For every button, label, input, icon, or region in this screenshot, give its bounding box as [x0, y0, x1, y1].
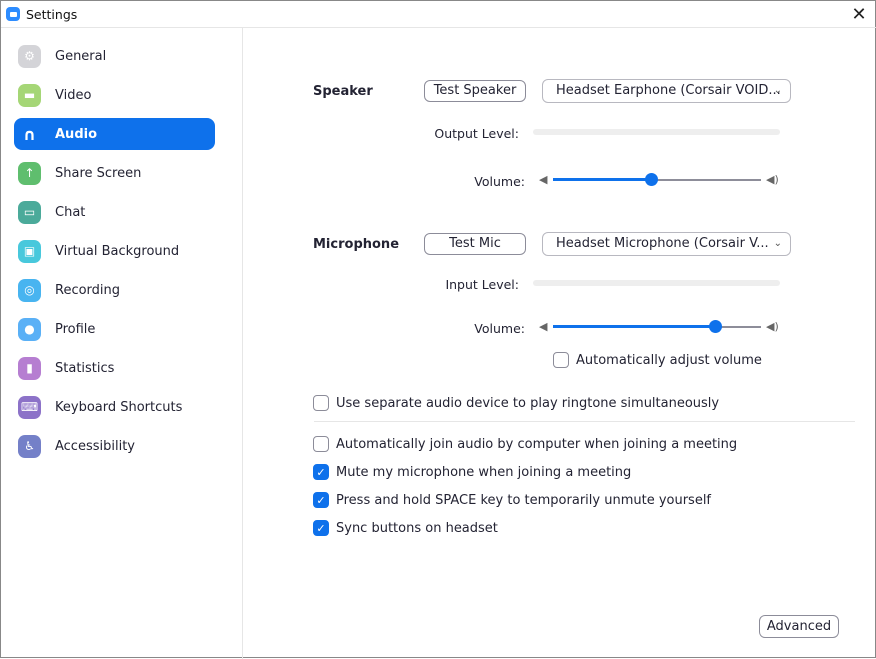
- option-checkbox[interactable]: Use separate audio device to play ringto…: [313, 395, 719, 411]
- sidebar-item-statistics[interactable]: ▮ Statistics: [14, 352, 215, 384]
- sidebar-item-label: Video: [55, 87, 92, 103]
- option-checkbox[interactable]: ✓ Mute my microphone when joining a meeti…: [313, 464, 631, 480]
- checkbox-label: Automatically adjust volume: [576, 352, 762, 368]
- checkbox-label: Press and hold SPACE key to temporarily …: [336, 492, 712, 508]
- advanced-button[interactable]: Advanced: [759, 615, 839, 638]
- sidebar-item-general[interactable]: ⚙ General: [14, 40, 215, 72]
- window-title: Settings: [26, 6, 78, 22]
- checkbox-label: Automatically join audio by computer whe…: [336, 436, 738, 452]
- auto-adjust-volume-checkbox[interactable]: Automatically adjust volume: [553, 352, 762, 368]
- test-mic-button[interactable]: Test Mic: [424, 233, 526, 255]
- option-checkbox[interactable]: Automatically join audio by computer whe…: [313, 436, 737, 452]
- audio-settings-panel: Speaker Test Speaker Headset Earphone (C…: [244, 28, 875, 657]
- sidebar-item-virtual-background[interactable]: ▣ Virtual Background: [14, 235, 215, 267]
- speaker-volume-slider[interactable]: [553, 172, 761, 188]
- input-level-meter: [533, 280, 780, 286]
- checkbox-box[interactable]: ✓: [313, 492, 329, 508]
- sidebar-item-label: Audio: [55, 126, 98, 142]
- sidebar: ⚙ General ▬ Video ∩ Audio ↑ Share Screen ▭ Chat ▣ V…: [1, 28, 243, 659]
- checkbox-box[interactable]: [313, 395, 329, 411]
- chevron-down-icon: ⌄: [773, 238, 782, 249]
- volume-high-icon: ◀): [766, 173, 779, 186]
- chat-bubble-icon: ▭: [18, 200, 41, 224]
- output-level-label: Output Level:: [434, 126, 519, 141]
- sidebar-item-profile[interactable]: ● Profile: [14, 313, 215, 345]
- gear-icon: ⚙: [18, 44, 41, 68]
- divider: [314, 421, 855, 422]
- sidebar-item-label: Virtual Background: [55, 243, 180, 259]
- output-level-meter: [533, 129, 780, 135]
- checkbox-label: Sync buttons on headset: [336, 520, 498, 536]
- speaker-device-value: Headset Earphone (Corsair VOID...: [556, 83, 781, 98]
- sidebar-item-label: Share Screen: [55, 165, 142, 181]
- slider-handle[interactable]: [644, 173, 658, 186]
- sidebar-item-audio[interactable]: ∩ Audio: [14, 118, 215, 150]
- keyboard-icon: ⌨: [18, 395, 41, 419]
- share-screen-icon: ↑: [18, 161, 41, 185]
- sidebar-item-label: Keyboard Shortcuts: [55, 399, 183, 415]
- sidebar-item-chat[interactable]: ▭ Chat: [14, 196, 215, 228]
- checkbox-box[interactable]: ✓: [313, 520, 329, 536]
- sidebar-item-label: Statistics: [55, 360, 115, 376]
- input-level-label: Input Level:: [445, 277, 519, 292]
- accessibility-icon: ♿: [18, 434, 41, 458]
- option-checkbox[interactable]: ✓ Sync buttons on headset: [313, 520, 498, 536]
- sidebar-item-label: Accessibility: [55, 438, 135, 454]
- video-camera-icon: ▬: [18, 83, 41, 107]
- sidebar-item-label: Profile: [55, 321, 96, 337]
- speaker-label: Speaker: [313, 84, 373, 99]
- checkbox-label: Mute my microphone when joining a meetin…: [336, 464, 632, 480]
- sidebar-item-label: General: [55, 48, 107, 64]
- zoom-app-icon: [6, 7, 20, 21]
- sidebar-item-label: Recording: [55, 282, 121, 298]
- slider-handle[interactable]: [709, 320, 723, 333]
- sidebar-item-share-screen[interactable]: ↑ Share Screen: [14, 157, 215, 189]
- microphone-device-value: Headset Microphone (Corsair V...: [556, 236, 769, 251]
- sidebar-item-accessibility[interactable]: ♿ Accessibility: [14, 430, 215, 462]
- volume-low-icon: ◀: [539, 173, 548, 186]
- chevron-down-icon: ⌄: [773, 85, 782, 96]
- microphone-label: Microphone: [313, 237, 400, 252]
- sidebar-item-keyboard-shortcuts[interactable]: ⌨ Keyboard Shortcuts: [14, 391, 215, 423]
- virtual-background-icon: ▣: [18, 239, 41, 263]
- close-icon[interactable]: ✕: [849, 4, 869, 25]
- title-bar: Settings ✕: [1, 1, 876, 28]
- checkbox-box[interactable]: ✓: [313, 464, 329, 480]
- profile-icon: ●: [18, 317, 41, 341]
- checkbox-box[interactable]: [553, 352, 569, 368]
- speaker-volume-label: Volume:: [474, 174, 525, 189]
- microphone-volume-slider[interactable]: [553, 319, 761, 335]
- microphone-volume-label: Volume:: [474, 321, 525, 336]
- checkbox-box[interactable]: [313, 436, 329, 452]
- speaker-device-select[interactable]: Headset Earphone (Corsair VOID... ⌄: [542, 79, 791, 103]
- test-speaker-button[interactable]: Test Speaker: [424, 80, 526, 102]
- headphones-icon: ∩: [23, 124, 36, 144]
- option-checkbox[interactable]: ✓ Press and hold SPACE key to temporarily…: [313, 492, 711, 508]
- volume-high-icon: ◀): [766, 320, 779, 333]
- sidebar-item-video[interactable]: ▬ Video: [14, 79, 215, 111]
- sidebar-item-label: Chat: [55, 204, 86, 220]
- recording-icon: ◎: [18, 278, 41, 302]
- volume-low-icon: ◀: [539, 320, 548, 333]
- checkbox-label: Use separate audio device to play ringto…: [336, 395, 720, 411]
- statistics-icon: ▮: [18, 356, 41, 380]
- microphone-device-select[interactable]: Headset Microphone (Corsair V... ⌄: [542, 232, 791, 256]
- sidebar-item-recording[interactable]: ◎ Recording: [14, 274, 215, 306]
